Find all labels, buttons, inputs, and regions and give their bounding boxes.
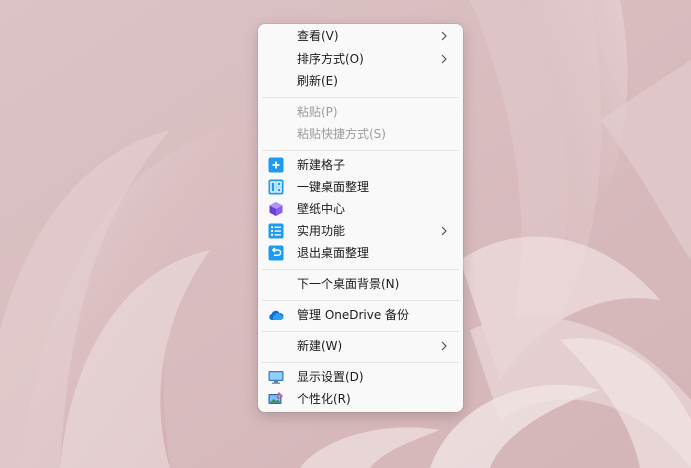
wallpaper-cube-icon: [269, 202, 283, 216]
menu-item-label: 退出桌面整理: [297, 246, 370, 260]
menu-item-label: 显示设置(D): [297, 370, 364, 384]
menu-separator: [262, 269, 459, 270]
menu-item-label: 实用功能: [297, 224, 346, 238]
layout-grid-icon: [268, 179, 284, 195]
menu-item-refresh[interactable]: 刷新(E): [262, 71, 459, 92]
menu-item-label: 一键桌面整理: [297, 180, 370, 194]
menu-separator: [262, 331, 459, 332]
menu-item-label: 排序方式(O): [297, 52, 364, 66]
menu-item-label: 壁纸中心: [297, 202, 346, 216]
menu-item-label: 新建格子: [297, 158, 346, 172]
menu-item-wallpaper-center[interactable]: 壁纸中心: [262, 199, 459, 220]
menu-item-new-tile[interactable]: 新建格子: [262, 155, 459, 176]
chevron-right-icon: [441, 54, 447, 64]
menu-separator: [262, 97, 459, 98]
chevron-right-icon: [441, 31, 447, 41]
menu-item-next-background[interactable]: 下一个桌面背景(N): [262, 274, 459, 295]
onedrive-cloud-icon: [269, 310, 284, 320]
menu-separator: [262, 150, 459, 151]
menu-item-personalize[interactable]: 个性化(R): [262, 389, 459, 410]
menu-item-label: 刷新(E): [297, 74, 338, 88]
menu-item-paste-shortcut[interactable]: 粘贴快捷方式(S): [262, 124, 459, 145]
menu-item-onedrive-backup[interactable]: 管理 OneDrive 备份: [262, 305, 459, 326]
menu-separator: [262, 300, 459, 301]
menu-item-paste[interactable]: 粘贴(P): [262, 102, 459, 123]
menu-item-exit-organize[interactable]: 退出桌面整理: [262, 243, 459, 264]
chevron-right-icon: [441, 341, 447, 351]
plus-tile-icon: [268, 157, 284, 173]
menu-item-label: 查看(V): [297, 29, 339, 43]
monitor-icon: [268, 371, 284, 384]
menu-item-label: 粘贴(P): [297, 105, 338, 119]
menu-item-label: 粘贴快捷方式(S): [297, 127, 386, 141]
menu-item-display-settings[interactable]: 显示设置(D): [262, 367, 459, 388]
menu-item-label: 管理 OneDrive 备份: [297, 308, 410, 322]
desktop-context-menu: 查看(V) 排序方式(O) 刷新(E) 粘贴(P) 粘贴快捷方式(S) 新建格子: [258, 24, 463, 412]
menu-item-one-click-organize[interactable]: 一键桌面整理: [262, 177, 459, 198]
menu-item-label: 个性化(R): [297, 392, 351, 406]
menu-item-label: 新建(W): [297, 339, 343, 353]
menu-item-sort-by[interactable]: 排序方式(O): [262, 49, 459, 70]
personalize-icon: [268, 392, 283, 404]
menu-item-label: 下一个桌面背景(N): [297, 277, 400, 291]
undo-icon: [268, 245, 284, 261]
menu-item-new[interactable]: 新建(W): [262, 336, 459, 357]
chevron-right-icon: [441, 226, 447, 236]
menu-item-view[interactable]: 查看(V): [262, 26, 459, 47]
menu-item-utilities[interactable]: 实用功能: [262, 221, 459, 242]
menu-separator: [262, 362, 459, 363]
list-icon: [268, 223, 284, 239]
